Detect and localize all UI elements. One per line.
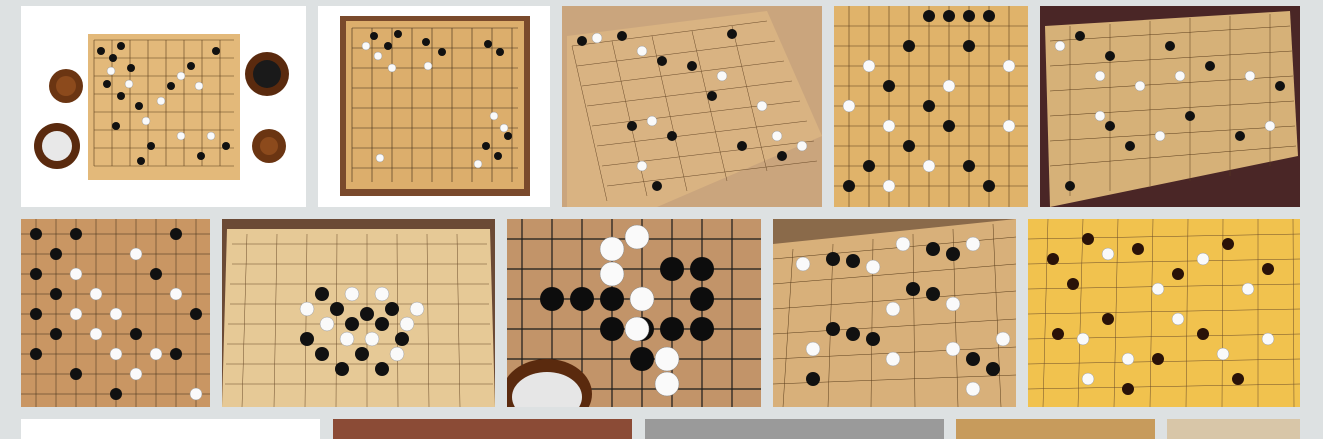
go-board-large-grid-icon [507,219,761,407]
partial-image-4[interactable] [956,419,1155,439]
go-board-framed-image[interactable] [318,6,550,207]
partial-image-1[interactable] [21,419,320,439]
go-board-dark-bg-icon [1040,6,1300,207]
go-board-yellow-icon [1028,219,1300,407]
go-board-dark-background-image[interactable] [1040,6,1300,207]
go-board-dense-game-image[interactable] [21,219,210,407]
go-board-dense-icon [21,219,210,407]
go-board-yellow-image[interactable] [1028,219,1300,407]
go-board-light-wood-icon [222,219,495,407]
go-board-perspective-icon [773,219,1016,407]
partial-image-5[interactable] [1167,419,1300,439]
partial-image-3[interactable] [645,419,944,439]
go-board-light-wood-image[interactable] [222,219,495,407]
go-board-overhead-with-bowls-icon [21,6,306,207]
go-board-closeup-dense-image[interactable] [834,6,1028,207]
go-board-angled-wood-table-image[interactable] [562,6,822,207]
partial-image-2[interactable] [333,419,632,439]
go-board-overhead-with-bowls-image[interactable] [21,6,306,207]
go-board-angled-icon [562,6,822,207]
go-board-large-grid-closeup-image[interactable] [507,219,761,407]
go-board-perspective-image[interactable] [773,219,1016,407]
go-board-closeup-icon [834,6,1028,207]
go-board-framed-icon [318,6,550,207]
